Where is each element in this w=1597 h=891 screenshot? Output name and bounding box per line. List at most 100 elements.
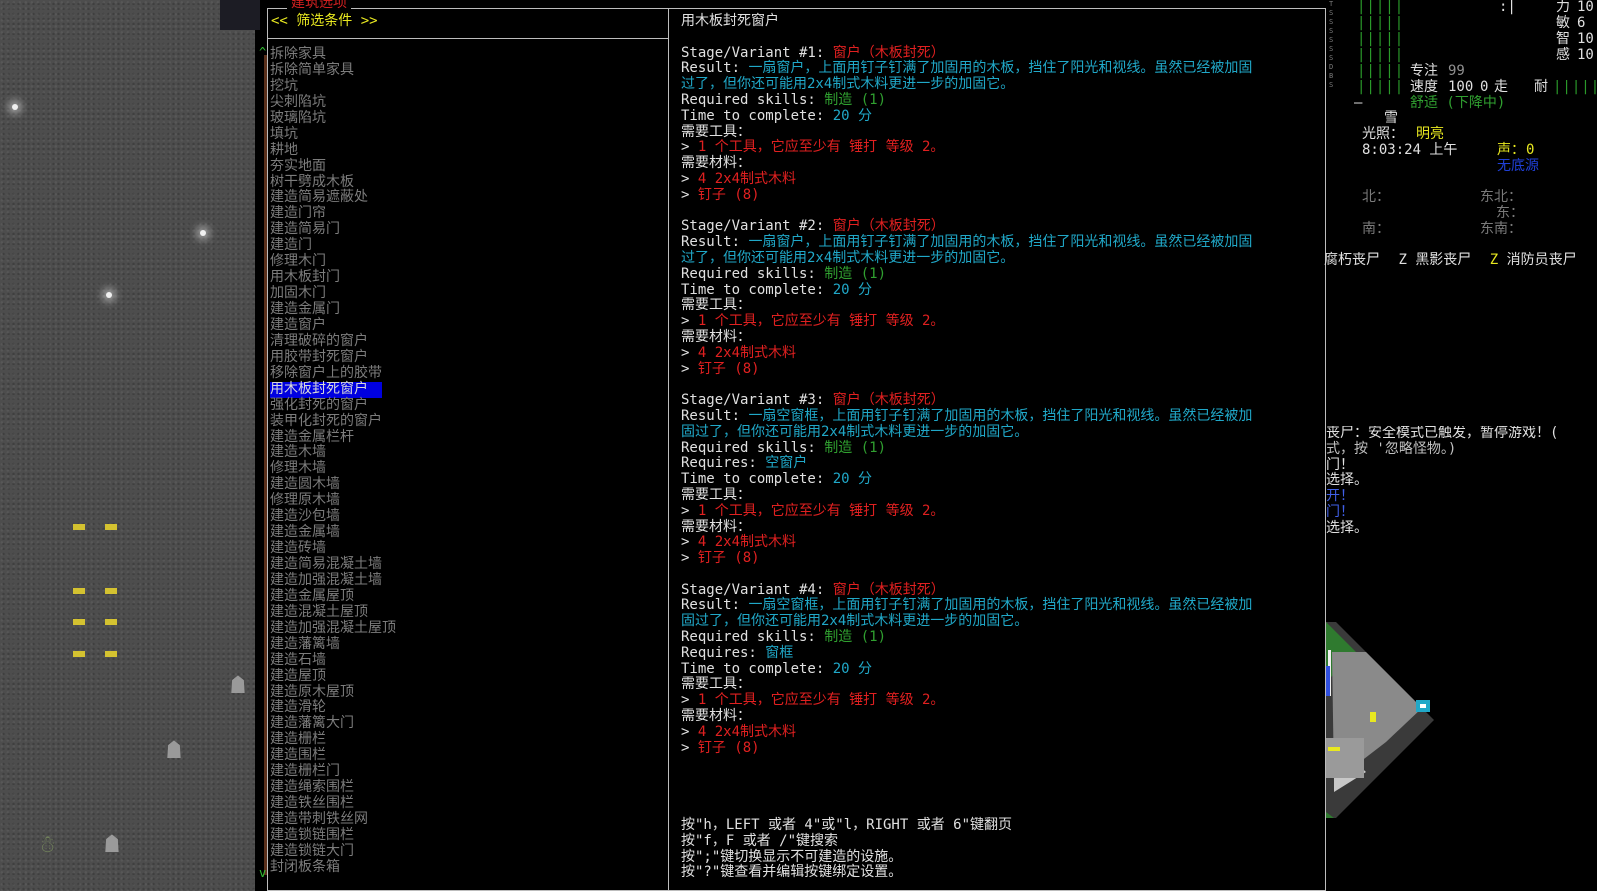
zombie-icon[interactable]: ☗ <box>160 736 188 764</box>
bodypart-bars: ||||| <box>1357 79 1405 95</box>
construction-item[interactable]: 建造简易遮蔽处 <box>270 190 396 206</box>
monster-name[interactable]: 消防员丧尸 <box>1507 252 1577 268</box>
help-text: 按"h，LEFT 或者 4"或"l，RIGHT 或者 6"键翻页 按"f，F 或… <box>681 817 1013 881</box>
materials-label: 需要材料： <box>681 708 751 725</box>
construction-item[interactable]: 建造简易门 <box>270 221 396 238</box>
construction-item[interactable]: 尖刺陷坑 <box>270 94 396 111</box>
construction-item[interactable]: 建造屋顶 <box>270 668 396 685</box>
scroll-up-icon[interactable]: ^ <box>259 45 266 61</box>
log-line: 丧尸：安全模式已触发，暂停游戏！( <box>1326 426 1559 441</box>
zombie-icon[interactable]: ☗ <box>224 671 252 699</box>
construction-item[interactable]: 建造锁链大门 <box>270 843 396 860</box>
detail-line: > 钉子 (8) <box>681 186 1321 204</box>
requires-label: Requires: <box>681 455 766 472</box>
zombie-icon[interactable]: ☗ <box>98 830 126 858</box>
construction-item[interactable]: 建造围栏 <box>270 747 396 764</box>
construction-item[interactable]: 修理木门 <box>270 253 396 270</box>
result-label: Result: <box>681 234 749 251</box>
construction-item[interactable]: 建造藩篱墙 <box>270 636 396 653</box>
construction-item[interactable]: 修理原木墙 <box>270 492 396 509</box>
construction-item[interactable]: 建造锁链围栏 <box>270 827 396 844</box>
construction-item[interactable]: 挖坑 <box>270 78 396 95</box>
construction-row: 建造木墙 <box>270 445 396 461</box>
construction-item[interactable]: 建造简易混凝土墙 <box>270 556 396 573</box>
construction-item[interactable]: 玻璃陷坑 <box>270 110 396 127</box>
construction-item[interactable]: 建造带刺铁丝网 <box>270 811 396 828</box>
construction-item[interactable]: 耕地 <box>270 142 396 159</box>
time-label: Time to complete: <box>681 281 833 298</box>
construction-item[interactable]: 建造砖墙 <box>270 540 396 557</box>
construction-item[interactable]: 建造门帘 <box>270 206 396 222</box>
game-time: 8:03:24 上午 <box>1362 142 1458 158</box>
construction-item[interactable]: 建造滑轮 <box>270 700 396 716</box>
construction-item[interactable]: 修理木墙 <box>270 461 396 477</box>
construction-item[interactable]: 建造金属屋顶 <box>270 588 396 605</box>
help-line: 按"h，LEFT 或者 4"或"l，RIGHT 或者 6"键翻页 <box>681 817 1013 833</box>
detail-line: Time to complete: 20 分 <box>681 660 1321 678</box>
time-label: Time to complete: <box>681 471 833 488</box>
construction-item[interactable]: 建造加强混凝土屋顶 <box>270 620 396 637</box>
construction-item[interactable]: 拆除家具 <box>270 46 396 63</box>
construction-row: 用木板封门 <box>270 269 396 286</box>
result-text: 过了，但你还可能用2x4制式木料更进一步的加固它。 <box>681 76 1015 93</box>
construction-item[interactable]: 建造栅栏 <box>270 731 396 748</box>
construction-item[interactable]: 建造加强混凝土墙 <box>270 572 396 589</box>
construction-item[interactable]: 夯实地面 <box>270 158 396 175</box>
construction-row: 建造藩篱大门 <box>270 716 396 732</box>
construction-item[interactable]: 填坑 <box>270 126 396 143</box>
sound-value: 0 <box>1526 142 1535 158</box>
construction-item[interactable]: 建造混凝土屋顶 <box>270 604 396 621</box>
construction-item[interactable]: 强化封死的窗户 <box>270 397 396 414</box>
construction-item[interactable]: 建造木墙 <box>270 445 396 461</box>
stat-str-value: 10 <box>1577 0 1594 15</box>
detail-line: Time to complete: 20 分 <box>681 281 1321 299</box>
construction-item[interactable]: 用木板封死窗户 <box>270 381 382 398</box>
construction-item[interactable]: 拆除简单家具 <box>270 62 396 79</box>
filter-button[interactable]: << 筛选条件 >> <box>271 13 378 30</box>
bodypart-bars: ||||| <box>1357 63 1405 79</box>
detail-line: > 1 个工具，它应至少有 锤打 等级 2。 <box>681 692 1321 709</box>
stamina-bars: ||||| <box>1553 79 1597 95</box>
construction-item[interactable]: 移除窗户上的胶带 <box>270 365 396 382</box>
construction-item[interactable]: 建造铁丝围栏 <box>270 795 396 812</box>
construction-item[interactable]: 建造门 <box>270 237 396 254</box>
construction-item[interactable]: 建造石墙 <box>270 652 396 669</box>
construction-item[interactable]: 建造金属墙 <box>270 524 396 541</box>
construction-item[interactable]: 建造圆木墙 <box>270 476 396 493</box>
time-value: 20 分 <box>832 660 873 677</box>
construction-item[interactable]: 加固木门 <box>270 285 396 302</box>
construction-item[interactable]: 清理破碎的窗户 <box>270 333 396 350</box>
floor-marker <box>105 524 117 530</box>
construction-item[interactable]: 装甲化封死的窗户 <box>270 413 396 430</box>
construction-item[interactable]: 用木板封门 <box>270 269 396 286</box>
construction-item[interactable]: 用胶带封死窗户 <box>270 349 396 366</box>
construction-item[interactable]: 建造沙包墙 <box>270 508 396 525</box>
construction-item[interactable]: 建造栅栏门 <box>270 763 396 780</box>
detail-line: > 1 个工具，它应至少有 锤打 等级 2。 <box>681 503 1321 520</box>
construction-item[interactable]: 建造金属门 <box>270 301 396 318</box>
floor-marker <box>73 588 85 594</box>
minimap[interactable] <box>1326 622 1446 818</box>
material-requirement: 4 2x4制式木料 <box>697 344 797 361</box>
material-requirement: 钉子 (8) <box>697 186 760 203</box>
construction-row: 建造屋顶 <box>270 668 396 685</box>
list-scrollbar[interactable] <box>264 55 267 875</box>
material-requirement: 钉子 (8) <box>697 550 760 567</box>
construction-item[interactable]: 建造金属栏杆 <box>270 429 396 446</box>
scroll-down-icon[interactable]: v <box>259 866 266 882</box>
construction-item[interactable]: 建造窗户 <box>270 317 396 334</box>
detail-line: Required skills: 制造 (1) <box>681 266 1321 283</box>
construction-row: 建造石墙 <box>270 652 396 669</box>
construction-row: 修理木门 <box>270 253 396 270</box>
construction-item[interactable]: 建造绳索围栏 <box>270 779 396 796</box>
map-view[interactable]: ☗ ☗ ☗ ☃ <box>0 0 255 891</box>
monster-name[interactable]: 腐朽丧尸 <box>1324 252 1380 268</box>
stat-per-value: 10 <box>1577 47 1594 63</box>
construction-item[interactable]: 建造藩篱大门 <box>270 716 396 732</box>
stage-title: Stage/Variant #2: <box>681 218 833 235</box>
detail-line: > 1 个工具，它应至少有 锤打 等级 2。 <box>681 139 1321 156</box>
construction-item[interactable]: 封闭板条箱 <box>270 859 396 876</box>
construction-row: 修理木墙 <box>270 461 396 477</box>
monster-name[interactable]: 黑影丧尸 <box>1415 252 1471 268</box>
